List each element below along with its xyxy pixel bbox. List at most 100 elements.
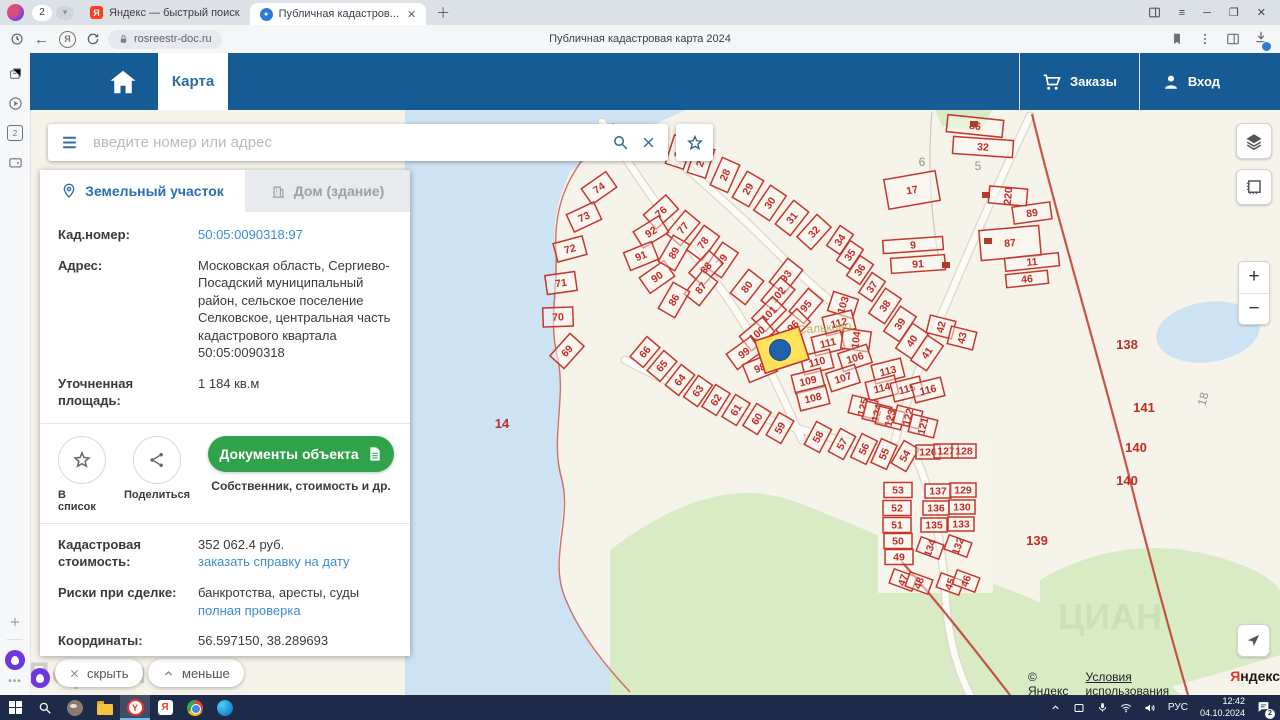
map-tab[interactable]: Карта bbox=[158, 53, 228, 110]
downloads-button[interactable] bbox=[1254, 30, 1268, 49]
tablet-mode-icon[interactable] bbox=[1073, 702, 1085, 714]
map-parcel[interactable]: 133 bbox=[948, 517, 974, 531]
tab-close-icon[interactable]: ✕ bbox=[407, 8, 416, 21]
parcel-number: 137 bbox=[929, 486, 947, 498]
side-panel-icon[interactable] bbox=[1148, 6, 1161, 19]
taskbar-clock[interactable]: 12:42 04.10.2024 bbox=[1200, 696, 1245, 719]
measure-button[interactable] bbox=[1236, 169, 1272, 205]
sidebar-video-icon[interactable] bbox=[8, 96, 23, 111]
map-parcel[interactable]: 52 bbox=[883, 501, 911, 516]
zoom-in-button[interactable]: + bbox=[1239, 262, 1269, 294]
map-parcel[interactable]: 130 bbox=[949, 500, 975, 514]
map-parcel[interactable]: 128 bbox=[952, 444, 976, 458]
browser-toolbar: ← Я rosreestr-doc.ru Публичная кадастров… bbox=[0, 25, 1280, 54]
wifi-icon[interactable] bbox=[1120, 702, 1132, 714]
address-bar[interactable]: rosreestr-doc.ru bbox=[108, 30, 222, 49]
profile-avatar[interactable] bbox=[7, 4, 24, 21]
sidebar-alice-button[interactable] bbox=[5, 650, 25, 670]
map-parcel[interactable]: 137 bbox=[925, 484, 951, 498]
map-parcel[interactable]: 135 bbox=[921, 518, 947, 532]
sidebar-feed-icon[interactable] bbox=[8, 67, 23, 82]
tab-house[interactable]: Дом (здание) bbox=[245, 170, 410, 212]
map-parcel[interactable]: 91 bbox=[891, 255, 946, 274]
microphone-icon[interactable] bbox=[1097, 702, 1108, 713]
minimize-button[interactable]: ─ bbox=[1203, 7, 1211, 19]
start-button[interactable] bbox=[0, 695, 30, 720]
parcel-number: 50 bbox=[892, 536, 904, 548]
favorites-button[interactable] bbox=[676, 124, 713, 161]
zoom-out-button[interactable]: − bbox=[1239, 294, 1269, 325]
language-indicator[interactable]: РУС bbox=[1168, 702, 1188, 713]
taskbar-gimp-button[interactable] bbox=[60, 695, 90, 720]
notifications-button[interactable]: 2 bbox=[1257, 700, 1270, 716]
taskbar-yandex-app-button[interactable]: Я bbox=[150, 695, 180, 720]
yandex-logo: Яндекс bbox=[1230, 668, 1280, 684]
address-label: Адрес: bbox=[58, 257, 198, 362]
browser-tab-1[interactable]: Я Яндекс — быстрый поиск bbox=[80, 0, 250, 25]
map-parcel[interactable]: 71 bbox=[545, 272, 577, 295]
collections-icon[interactable] bbox=[1226, 32, 1240, 46]
taskbar-chrome-button[interactable] bbox=[180, 695, 210, 720]
clear-search-button[interactable] bbox=[637, 135, 668, 150]
sidebar-wallet-icon[interactable] bbox=[8, 155, 23, 170]
sidebar-add-icon[interactable] bbox=[8, 615, 22, 629]
history-clock-icon[interactable] bbox=[10, 32, 24, 46]
taskbar-edge-button[interactable] bbox=[210, 695, 240, 720]
browser-menu-icon[interactable]: ≡ bbox=[1179, 7, 1185, 19]
menu-button[interactable] bbox=[48, 133, 91, 152]
volume-icon[interactable] bbox=[1144, 702, 1156, 714]
search-input[interactable] bbox=[91, 133, 600, 152]
map-parcel[interactable]: 50 bbox=[884, 534, 912, 549]
tabs-chevron[interactable]: ▾ bbox=[56, 6, 74, 20]
bookmark-icon[interactable] bbox=[1170, 32, 1184, 46]
yandex-home-icon[interactable]: Я bbox=[59, 31, 76, 48]
map-parcel[interactable]: 49 bbox=[885, 550, 913, 565]
sidebar-more-dots[interactable]: ••• bbox=[8, 676, 22, 687]
address-value: Московская область, Сергиево-Посадский м… bbox=[198, 257, 392, 362]
home-button[interactable] bbox=[88, 53, 158, 110]
taskbar-explorer-button[interactable] bbox=[90, 695, 120, 720]
share-button[interactable] bbox=[133, 436, 181, 484]
reload-icon[interactable] bbox=[86, 32, 100, 46]
browser-tab-strip: 2 ▾ Я Яндекс — быстрый поиск ● Публичная… bbox=[0, 0, 1280, 25]
parcel-number: 53 bbox=[892, 485, 904, 497]
less-button[interactable]: меньше bbox=[148, 659, 244, 687]
object-documents-button[interactable]: Документы объекта bbox=[208, 436, 394, 472]
restore-button[interactable]: ❐ bbox=[1229, 6, 1239, 19]
parcel-number: 135 bbox=[925, 520, 943, 532]
taskbar-search-button[interactable] bbox=[30, 695, 60, 720]
close-window-button[interactable]: ✕ bbox=[1257, 6, 1266, 19]
search-button[interactable] bbox=[600, 134, 637, 151]
browser-tab-2-active[interactable]: ● Публичная кадастров... ✕ bbox=[250, 3, 427, 25]
map-parcel[interactable]: 129 bbox=[950, 483, 976, 497]
cost-label: Кадастровая стоимость: bbox=[58, 536, 198, 571]
taskbar-yandex-browser-button[interactable]: Y bbox=[120, 695, 150, 720]
risk-check-link[interactable]: полная проверка bbox=[198, 603, 301, 618]
cost-report-link[interactable]: заказать справку на дату bbox=[198, 554, 350, 569]
orders-button[interactable]: Заказы bbox=[1020, 53, 1139, 110]
tab-count-badge[interactable]: 2 bbox=[32, 5, 52, 21]
more-options-icon[interactable] bbox=[1198, 32, 1212, 46]
layers-button[interactable] bbox=[1236, 123, 1272, 159]
map-parcel[interactable]: 51 bbox=[883, 518, 911, 533]
map-parcel[interactable]: 136 bbox=[923, 501, 949, 515]
hide-button[interactable]: скрыть bbox=[55, 659, 143, 687]
back-button[interactable]: ← bbox=[34, 31, 49, 48]
cad-number-link[interactable]: 50:05:0090318:97 bbox=[198, 226, 392, 244]
map-parcel[interactable]: 70 bbox=[543, 307, 574, 327]
home-icon bbox=[108, 67, 138, 97]
tray-expand-icon[interactable] bbox=[1050, 702, 1061, 713]
add-to-list-button[interactable] bbox=[58, 436, 106, 484]
geolocation-button[interactable] bbox=[1237, 624, 1270, 657]
alice-assistant-button[interactable] bbox=[30, 668, 50, 688]
map-parcel[interactable]: 32 bbox=[952, 136, 1013, 157]
sidebar-tabs-counter[interactable]: 2 bbox=[7, 125, 23, 141]
area-row: Уточненная площадь: 1 184 кв.м bbox=[58, 375, 392, 410]
map-parcel[interactable]: 53 bbox=[884, 483, 912, 498]
login-button[interactable]: Вход bbox=[1140, 53, 1280, 110]
new-tab-button[interactable]: ＋ bbox=[436, 3, 450, 23]
site-header: Карта Заказы Вход bbox=[30, 53, 1280, 110]
terms-of-use-link[interactable]: Условия использования bbox=[1086, 670, 1217, 698]
tab-land-parcel[interactable]: Земельный участок bbox=[40, 170, 245, 212]
map-parcel[interactable]: 220 bbox=[988, 185, 1027, 206]
